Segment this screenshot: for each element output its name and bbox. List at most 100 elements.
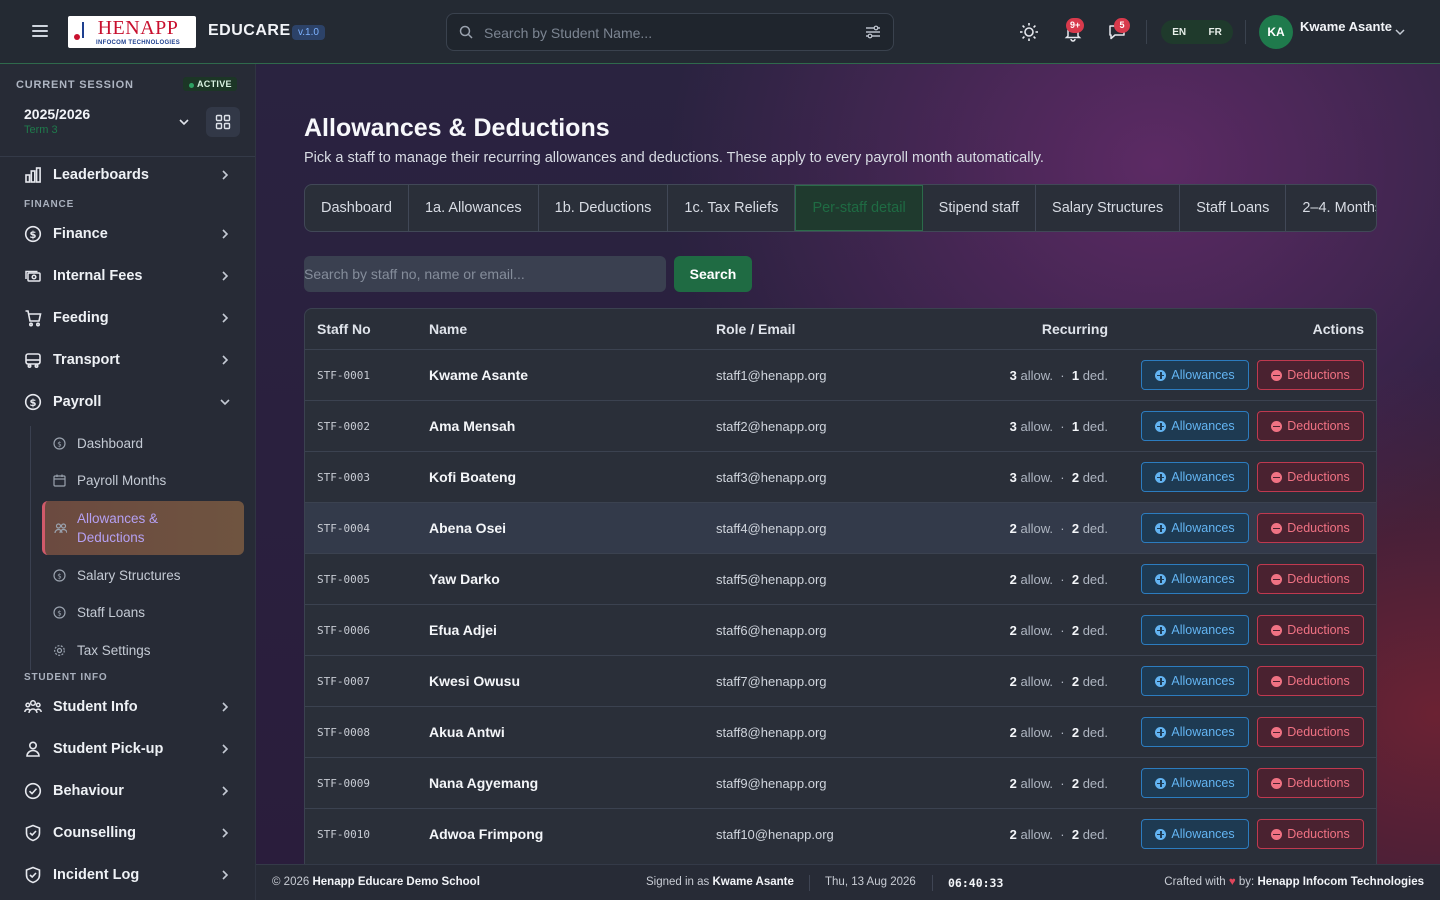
allowances-button-label: Allowances: [1171, 623, 1235, 637]
ded-unit: ded.: [1082, 674, 1108, 689]
chevron-down-icon[interactable]: [178, 116, 190, 128]
table-row[interactable]: STF-0008 Akua Antwi staff8@henapp.org 2 all…: [305, 706, 1376, 757]
company-link[interactable]: Henapp Infocom Technologies: [1257, 876, 1424, 888]
tab-deductions[interactable]: 1b. Deductions: [539, 185, 669, 231]
cell-name[interactable]: Adwoa Frimpong: [429, 826, 543, 842]
sidebar-subitem-staff-loans[interactable]: $ Staff Loans: [42, 594, 244, 630]
sidebar-item-student-pickup[interactable]: Student Pick-up: [0, 729, 255, 769]
table-row[interactable]: STF-0005 Yaw Darko staff5@henapp.org 2 allo…: [305, 553, 1376, 604]
search-button[interactable]: Search: [674, 256, 752, 292]
allowances-button[interactable]: Allowances: [1141, 717, 1249, 747]
staff-search-input[interactable]: Search by staff no, name or email...: [304, 256, 666, 292]
sidebar-item-payroll[interactable]: $ Payroll: [0, 382, 255, 422]
cell-name[interactable]: Kwame Asante: [429, 367, 528, 383]
chevron-down-icon[interactable]: [1394, 26, 1406, 38]
sidebar-item-counselling[interactable]: Counselling: [0, 813, 255, 853]
allowances-button[interactable]: Allowances: [1141, 666, 1249, 696]
deductions-button[interactable]: Deductions: [1257, 513, 1364, 543]
table-row[interactable]: STF-0010 Adwoa Frimpong staff10@henapp.org…: [305, 808, 1376, 859]
tab-months[interactable]: 2–4. Months: [1286, 185, 1376, 231]
allowances-button[interactable]: Allowances: [1141, 360, 1249, 390]
cell-name[interactable]: Yaw Darko: [429, 571, 500, 587]
avatar[interactable]: KA: [1259, 15, 1293, 49]
sidebar-subitem-tax-settings[interactable]: Tax Settings: [42, 632, 244, 668]
allowances-button[interactable]: Allowances: [1141, 615, 1249, 645]
menu-icon[interactable]: [28, 22, 52, 42]
cell-name[interactable]: Efua Adjei: [429, 622, 497, 638]
table-row[interactable]: STF-0006 Efua Adjei staff6@henapp.org 2 all…: [305, 604, 1376, 655]
tab-per-staff-detail[interactable]: Per-staff detail: [795, 185, 923, 231]
logo-word: HENAPP: [97, 17, 179, 39]
table-row[interactable]: STF-0001 Kwame Asante staff1@henapp.org 3 a…: [305, 349, 1376, 400]
column-header-name[interactable]: Name: [429, 321, 467, 337]
allowances-button[interactable]: Allowances: [1141, 768, 1249, 798]
cell-name[interactable]: Kwesi Owusu: [429, 673, 520, 689]
deductions-button[interactable]: Deductions: [1257, 615, 1364, 645]
sidebar-item-incident-log[interactable]: Incident Log: [0, 855, 255, 895]
tab-bar: Dashboard 1a. Allowances 1b. Deductions …: [304, 184, 1377, 232]
allow-unit: allow.: [1020, 470, 1054, 485]
deductions-button[interactable]: Deductions: [1257, 717, 1364, 747]
apps-grid-button[interactable]: [206, 107, 240, 137]
lang-en-option[interactable]: EN: [1172, 27, 1186, 38]
sidebar-item-student-info[interactable]: Student Info: [0, 687, 255, 727]
sidebar-item-label: Student Pick-up: [53, 741, 164, 757]
deductions-button-label: Deductions: [1287, 419, 1350, 433]
user-name[interactable]: Kwame Asante: [1300, 19, 1392, 34]
filter-icon[interactable]: [865, 25, 881, 39]
sidebar-item-behaviour[interactable]: Behaviour: [0, 771, 255, 811]
column-header-role-email[interactable]: Role / Email: [716, 321, 795, 337]
language-switcher[interactable]: EN FR: [1161, 20, 1233, 44]
table-row[interactable]: STF-0004 Abena Osei staff4@henapp.org 2 all…: [305, 502, 1376, 553]
gear-icon: [54, 644, 65, 656]
cell-name[interactable]: Akua Antwi: [429, 724, 505, 740]
table-row[interactable]: STF-0007 Kwesi Owusu staff7@henapp.org 2 al…: [305, 655, 1376, 706]
chevron-down-icon: [220, 399, 230, 406]
table-row[interactable]: STF-0002 Ama Mensah staff2@henapp.org 3 all…: [305, 400, 1376, 451]
sidebar-item-internal-fees[interactable]: Internal Fees: [0, 256, 255, 296]
sidebar-item-finance[interactable]: $ Finance: [0, 214, 255, 254]
tab-tax-reliefs[interactable]: 1c. Tax Reliefs: [668, 185, 796, 231]
sidebar-item-feeding[interactable]: Feeding: [0, 298, 255, 338]
sidebar-item-transport[interactable]: Transport: [0, 340, 255, 380]
allowances-button[interactable]: Allowances: [1141, 411, 1249, 441]
cell-name[interactable]: Ama Mensah: [429, 418, 515, 434]
sidebar-item-leaderboards[interactable]: Leaderboards: [0, 155, 255, 195]
deductions-button[interactable]: Deductions: [1257, 564, 1364, 594]
allowances-button[interactable]: Allowances: [1141, 819, 1249, 849]
tab-dashboard[interactable]: Dashboard: [305, 185, 409, 231]
theme-toggle-sun-icon[interactable]: [1015, 18, 1043, 46]
sidebar-subitem-dashboard[interactable]: $ Dashboard: [42, 425, 244, 461]
deductions-button[interactable]: Deductions: [1257, 768, 1364, 798]
sidebar-subitem-salary-structures[interactable]: $ Salary Structures: [42, 557, 244, 593]
tab-stipend-staff[interactable]: Stipend staff: [923, 185, 1037, 231]
deductions-button[interactable]: Deductions: [1257, 360, 1364, 390]
session-year[interactable]: 2025/2026: [24, 106, 90, 122]
cell-name[interactable]: Abena Osei: [429, 520, 506, 536]
chevron-right-icon: [222, 702, 229, 712]
sidebar-subitem-payroll-months[interactable]: Payroll Months: [42, 462, 244, 498]
table-row[interactable]: STF-0003 Kofi Boateng staff3@henapp.org 3 a…: [305, 451, 1376, 502]
allowances-button[interactable]: Allowances: [1141, 513, 1249, 543]
crafted-prefix: Crafted with: [1164, 876, 1226, 888]
table-row[interactable]: STF-0009 Nana Agyemang staff9@henapp.org 2 …: [305, 757, 1376, 808]
cell-name[interactable]: Kofi Boateng: [429, 469, 516, 485]
messages-badge: 5: [1114, 18, 1130, 33]
allowances-button[interactable]: Allowances: [1141, 564, 1249, 594]
minus-circle-icon: [1271, 828, 1283, 840]
deductions-button[interactable]: Deductions: [1257, 666, 1364, 696]
sidebar-subitem-allowances-deductions[interactable]: Allowances & Deductions: [42, 501, 244, 555]
lang-fr-option[interactable]: FR: [1208, 27, 1221, 38]
tab-allowances[interactable]: 1a. Allowances: [409, 185, 539, 231]
student-search-input[interactable]: Search by Student Name...: [446, 13, 894, 51]
column-header-recurring[interactable]: Recurring: [1042, 321, 1108, 337]
grid-icon: [215, 114, 231, 130]
column-header-staff-no[interactable]: Staff No: [317, 321, 371, 337]
cell-name[interactable]: Nana Agyemang: [429, 775, 538, 791]
allowances-button[interactable]: Allowances: [1141, 462, 1249, 492]
tab-salary-structures[interactable]: Salary Structures: [1036, 185, 1181, 231]
deductions-button[interactable]: Deductions: [1257, 462, 1364, 492]
deductions-button[interactable]: Deductions: [1257, 819, 1364, 849]
deductions-button[interactable]: Deductions: [1257, 411, 1364, 441]
tab-staff-loans[interactable]: Staff Loans: [1180, 185, 1287, 231]
